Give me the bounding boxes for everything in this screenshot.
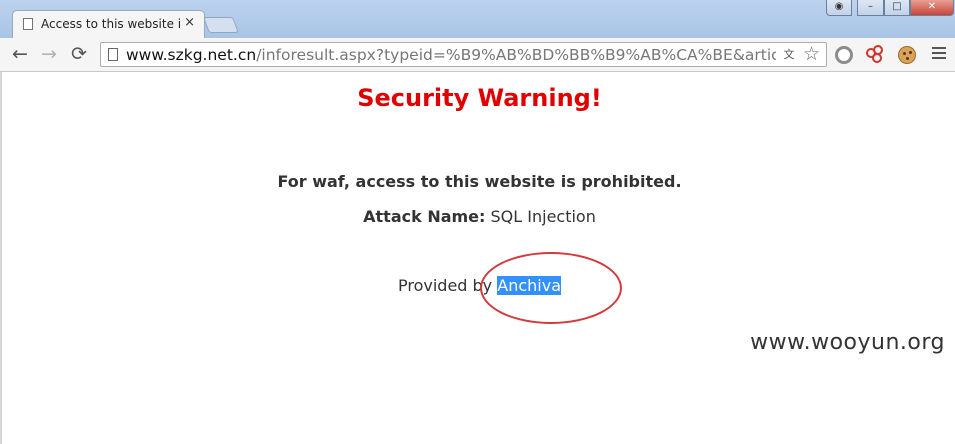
forward-arrow-icon[interactable]: → [38,43,60,65]
provided-by-label: Provided by [397,276,493,295]
translate-icon[interactable]: 文 [782,48,796,62]
red-annotation-ellipse [480,252,622,324]
browser-titlebar: Access to this website is prohibited × ◉… [0,0,955,38]
url-text[interactable]: www.szkg.net.cn/inforesult.aspx?typeid=%… [126,46,776,64]
watermark: www.wooyun.org [750,330,945,355]
tab-title: Access to this website is prohibited [41,17,181,31]
extension-circle-icon[interactable] [835,46,853,64]
reload-icon[interactable]: ⟳ [68,43,90,65]
extension-rings-icon[interactable] [866,45,886,64]
block-message: For waf, access to this website is prohi… [277,172,682,191]
menu-icon[interactable] [932,47,946,62]
attack-name-row: Attack Name: SQL Injection [2,207,955,226]
attack-name-label: Attack Name: [363,207,486,226]
tab-close-icon[interactable]: × [184,15,195,30]
browser-tab[interactable]: Access to this website is prohibited × [12,10,205,38]
page-favicon-icon [23,18,33,30]
back-arrow-icon[interactable]: ← [9,43,31,65]
bookmark-star-icon[interactable]: ☆ [803,43,820,65]
maximize-button[interactable]: □ [884,0,910,16]
page-content: Security Warning! For waf, access to thi… [0,72,955,444]
close-window-button[interactable]: ✕ [910,0,954,16]
page-icon [108,48,118,61]
provided-by-row: Provided by Anchiva [2,276,955,295]
minimize-button[interactable]: – [857,0,884,16]
page-title: Security Warning! [357,84,602,112]
extension-cookie-icon[interactable] [898,46,916,64]
address-bar[interactable]: www.szkg.net.cn/inforesult.aspx?typeid=%… [100,42,827,67]
new-tab-button[interactable] [203,17,239,33]
url-host: www.szkg.net.cn [126,46,257,64]
browser-toolbar: ← → ⟳ www.szkg.net.cn/inforesult.aspx?ty… [0,38,955,72]
user-profile-icon[interactable]: ◉ [826,0,852,16]
attack-name-value: SQL Injection [490,207,596,226]
url-path: /inforesult.aspx?typeid=%B9%AB%BD%BB%B9%… [256,46,776,64]
